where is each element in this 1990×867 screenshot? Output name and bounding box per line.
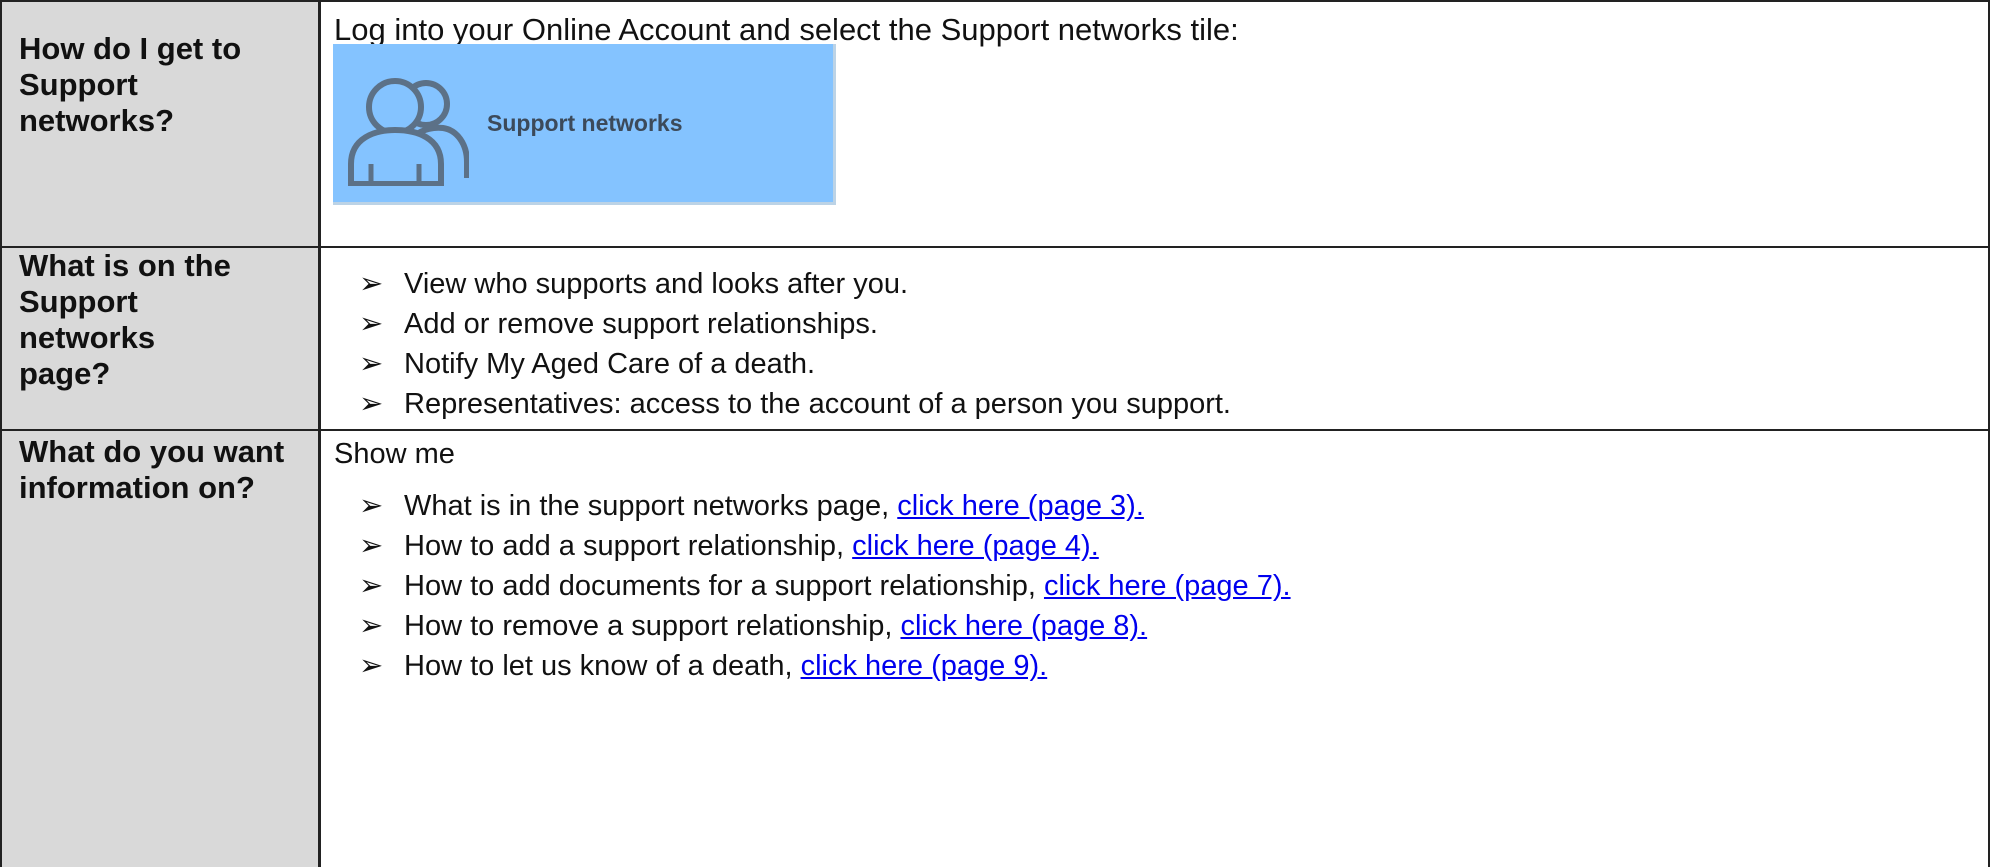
arrow-bullet-icon: ➢ bbox=[359, 388, 384, 420]
row-2-heading-line-1: What is on the bbox=[19, 248, 231, 283]
list-item: ➢ How to add a support relationship, clic… bbox=[359, 526, 1291, 566]
list-item: ➢ Add or remove support relationships. bbox=[359, 304, 1231, 344]
row-3-heading-cell: What do you want information on? bbox=[0, 430, 320, 867]
page-7-link[interactable]: click here (page 7). bbox=[1044, 570, 1291, 602]
list-item: ➢ What is in the support networks page, c… bbox=[359, 486, 1291, 526]
arrow-bullet-icon: ➢ bbox=[359, 308, 384, 340]
arrow-bullet-icon: ➢ bbox=[359, 348, 384, 380]
list-item: ➢ Representatives: access to the account … bbox=[359, 384, 1231, 424]
row-divider-1 bbox=[0, 246, 1990, 248]
arrow-bullet-icon: ➢ bbox=[359, 570, 384, 602]
row-1-heading-line-1: How do I get to bbox=[19, 31, 242, 66]
list-item-text: How to let us know of a death, bbox=[404, 650, 801, 682]
table-border-top bbox=[0, 0, 1990, 2]
information-links-list: ➢ What is in the support networks page, c… bbox=[359, 486, 1291, 686]
list-item: ➢ How to add documents for a support rela… bbox=[359, 566, 1291, 606]
table-border-left bbox=[0, 0, 2, 867]
list-item-text: Notify My Aged Care of a death. bbox=[404, 348, 816, 380]
list-item: ➢ View who supports and looks after you. bbox=[359, 264, 1231, 304]
page-9-link[interactable]: click here (page 9). bbox=[801, 650, 1048, 682]
row-1-heading-cell: How do I get to Support networks? bbox=[0, 0, 320, 247]
row-divider-2 bbox=[0, 429, 1990, 431]
page-4-link[interactable]: click here (page 4). bbox=[852, 530, 1099, 562]
arrow-bullet-icon: ➢ bbox=[359, 650, 384, 682]
list-item: ➢ How to let us know of a death, click he… bbox=[359, 646, 1291, 686]
list-item-text: What is in the support networks page, bbox=[404, 490, 898, 522]
people-icon bbox=[348, 78, 469, 186]
list-item: ➢ Notify My Aged Care of a death. bbox=[359, 344, 1231, 384]
list-item-text: How to add a support relationship, bbox=[404, 530, 853, 562]
arrow-bullet-icon: ➢ bbox=[359, 490, 384, 522]
tile-label: Support networks bbox=[487, 110, 683, 136]
row-2-heading-line-2: Support bbox=[19, 284, 138, 319]
list-item-text: How to remove a support relationship, bbox=[404, 610, 901, 642]
arrow-bullet-icon: ➢ bbox=[359, 610, 384, 642]
list-item-text: How to add documents for a support relat… bbox=[404, 570, 1044, 602]
arrow-bullet-icon: ➢ bbox=[359, 268, 384, 300]
arrow-bullet-icon: ➢ bbox=[359, 530, 384, 562]
list-item: ➢ How to remove a support relationship, c… bbox=[359, 606, 1291, 646]
page-3-link[interactable]: click here (page 3). bbox=[897, 490, 1144, 522]
list-item-text: View who supports and looks after you. bbox=[404, 268, 909, 300]
list-item-text: Representatives: access to the account o… bbox=[404, 388, 1231, 420]
show-me-label: Show me bbox=[334, 438, 455, 470]
row-2-heading-cell: What is on the Support networks page? bbox=[0, 247, 320, 430]
row-1-intro-text: Log into your Online Account and select … bbox=[334, 12, 1239, 47]
support-networks-tile[interactable]: Support networks bbox=[333, 44, 836, 205]
row-1-heading-line-2: Support bbox=[19, 67, 138, 102]
row-3-heading-line-1: What do you want bbox=[19, 434, 285, 469]
info-table: How do I get to Support networks? What i… bbox=[0, 0, 1990, 867]
list-item-text: Add or remove support relationships. bbox=[404, 308, 878, 340]
page-contents-list: ➢ View who supports and looks after you. … bbox=[359, 264, 1231, 424]
row-2-heading-line-3: networks bbox=[19, 320, 156, 355]
column-divider bbox=[319, 0, 321, 867]
row-3-heading-line-2: information on? bbox=[19, 470, 255, 505]
page-8-link[interactable]: click here (page 8). bbox=[900, 610, 1147, 642]
row-1-heading-line-3: networks? bbox=[19, 103, 175, 138]
row-2-heading-line-4: page? bbox=[19, 356, 111, 391]
